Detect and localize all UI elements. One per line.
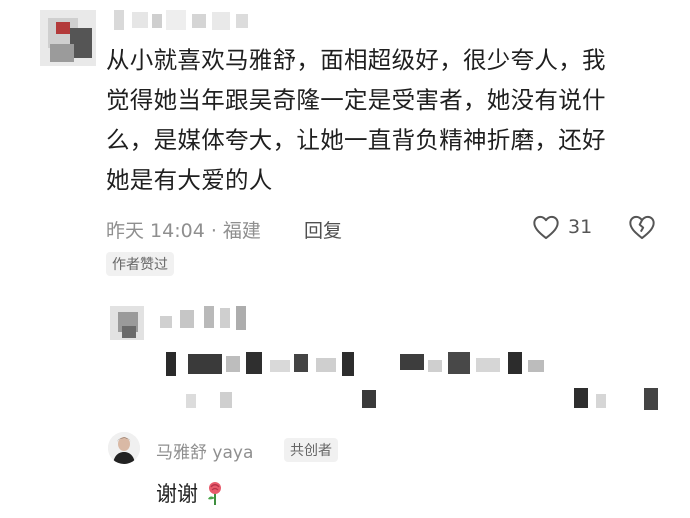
pixelated-text-line bbox=[166, 350, 546, 380]
author-liked-badge: 作者赞过 bbox=[106, 252, 174, 276]
like-count: 31 bbox=[568, 216, 593, 238]
reply-text: 谢谢 bbox=[156, 482, 198, 506]
reply-avatar-pixelated[interactable] bbox=[110, 300, 154, 344]
comment-line: 从小就喜欢马雅舒，面相超级好，很少夸人，我 bbox=[106, 46, 606, 74]
reply-button[interactable]: 回复 bbox=[304, 216, 342, 243]
portrait-avatar-icon bbox=[108, 432, 140, 464]
reply-author-avatar[interactable] bbox=[108, 432, 140, 464]
comment-meta: 昨天 14:04 · 福建 bbox=[106, 220, 261, 242]
rose-emoji-icon bbox=[208, 482, 221, 505]
comment-line: 么，是媒体夸大，让她一直背负精神折磨，还好 bbox=[106, 126, 606, 154]
reply-username-pixelated[interactable] bbox=[160, 306, 250, 330]
heart-outline-icon bbox=[533, 215, 559, 240]
broken-heart-icon bbox=[629, 215, 655, 240]
avatar-pixelated[interactable] bbox=[30, 6, 100, 76]
reply-author-name[interactable]: 马雅舒 yaya bbox=[156, 438, 253, 463]
cocreator-badge: 共创者 bbox=[284, 438, 338, 462]
comment-text: 从小就喜欢马雅舒，面相超级好，很少夸人，我 觉得她当年跟吴奇隆一定是受害者，她没… bbox=[106, 40, 666, 200]
dislike-button[interactable] bbox=[628, 214, 656, 244]
comment-line: 觉得她当年跟吴奇隆一定是受害者，她没有说什 bbox=[106, 86, 606, 114]
username-pixelated[interactable] bbox=[114, 10, 254, 32]
reply-text-row: 谢谢 bbox=[156, 478, 226, 508]
comment-line: 她是有大爱的人 bbox=[106, 166, 273, 194]
like-button[interactable]: 31 bbox=[532, 214, 592, 240]
pixelated-text-line bbox=[186, 388, 666, 414]
